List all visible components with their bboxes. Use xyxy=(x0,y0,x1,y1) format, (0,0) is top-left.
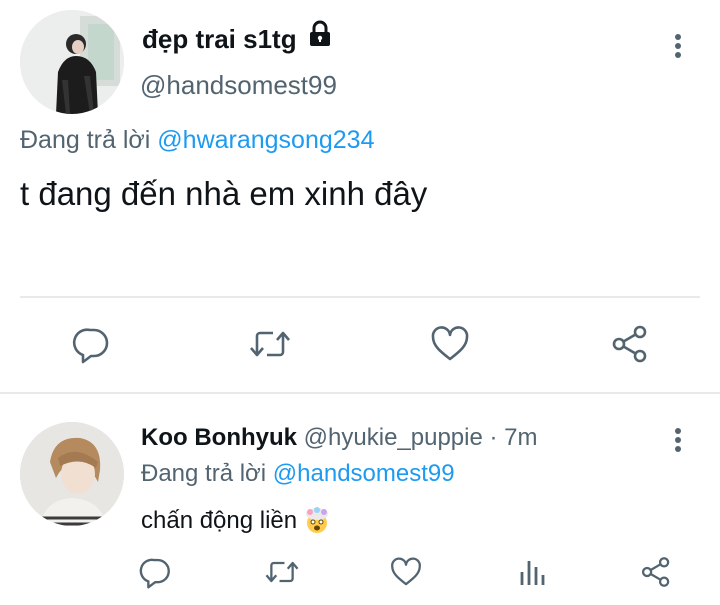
reply-icon[interactable] xyxy=(70,322,114,366)
analytics-icon[interactable] xyxy=(514,554,550,590)
like-icon[interactable] xyxy=(428,322,472,366)
replying-to-mention[interactable]: @hwarangsong234 xyxy=(157,126,374,154)
exploding-head-emoji-icon xyxy=(303,506,331,534)
reply-tweet: Koo Bonhyuk @hyukie_puppie · 7m Đang trả… xyxy=(0,394,720,605)
share-icon[interactable] xyxy=(608,322,652,366)
divider xyxy=(20,296,700,298)
reply-icon[interactable] xyxy=(138,554,174,590)
author-name[interactable]: đẹp trai s1tg xyxy=(142,24,297,55)
reply-header: Koo Bonhyuk @hyukie_puppie · 7m xyxy=(141,424,538,452)
share-icon[interactable] xyxy=(638,554,674,590)
main-tweet: đẹp trai s1tg @handsomest99 Đang trả lời… xyxy=(0,0,720,392)
replying-to-line: Đang trả lời @hwarangsong234 xyxy=(20,126,374,155)
reply-text-content: chấn động liền xyxy=(141,507,298,534)
author-avatar[interactable] xyxy=(20,10,124,114)
author-handle[interactable]: @handsomest99 xyxy=(140,70,337,101)
like-icon[interactable] xyxy=(388,554,424,590)
reply-author-avatar[interactable] xyxy=(20,422,124,526)
meta-separator: · xyxy=(482,424,505,451)
replying-prefix: Đang trả lời xyxy=(141,460,273,487)
replying-prefix: Đang trả lời xyxy=(20,126,158,154)
more-options-icon[interactable] xyxy=(664,424,692,456)
replying-to-mention[interactable]: @handsomest99 xyxy=(273,460,455,487)
retweet-icon[interactable] xyxy=(264,554,300,590)
reply-author-name[interactable]: Koo Bonhyuk xyxy=(141,424,297,451)
lock-icon xyxy=(307,20,333,48)
more-options-icon[interactable] xyxy=(664,30,692,62)
reply-timestamp[interactable]: 7m xyxy=(504,424,537,451)
tweet-text: t đang đến nhà em xinh đây xyxy=(20,175,428,212)
reply-text: chấn động liền xyxy=(141,506,331,535)
retweet-icon[interactable] xyxy=(248,322,292,366)
reply-author-handle[interactable]: @hyukie_puppie xyxy=(304,424,483,451)
replying-to-line: Đang trả lời @handsomest99 xyxy=(141,460,455,488)
